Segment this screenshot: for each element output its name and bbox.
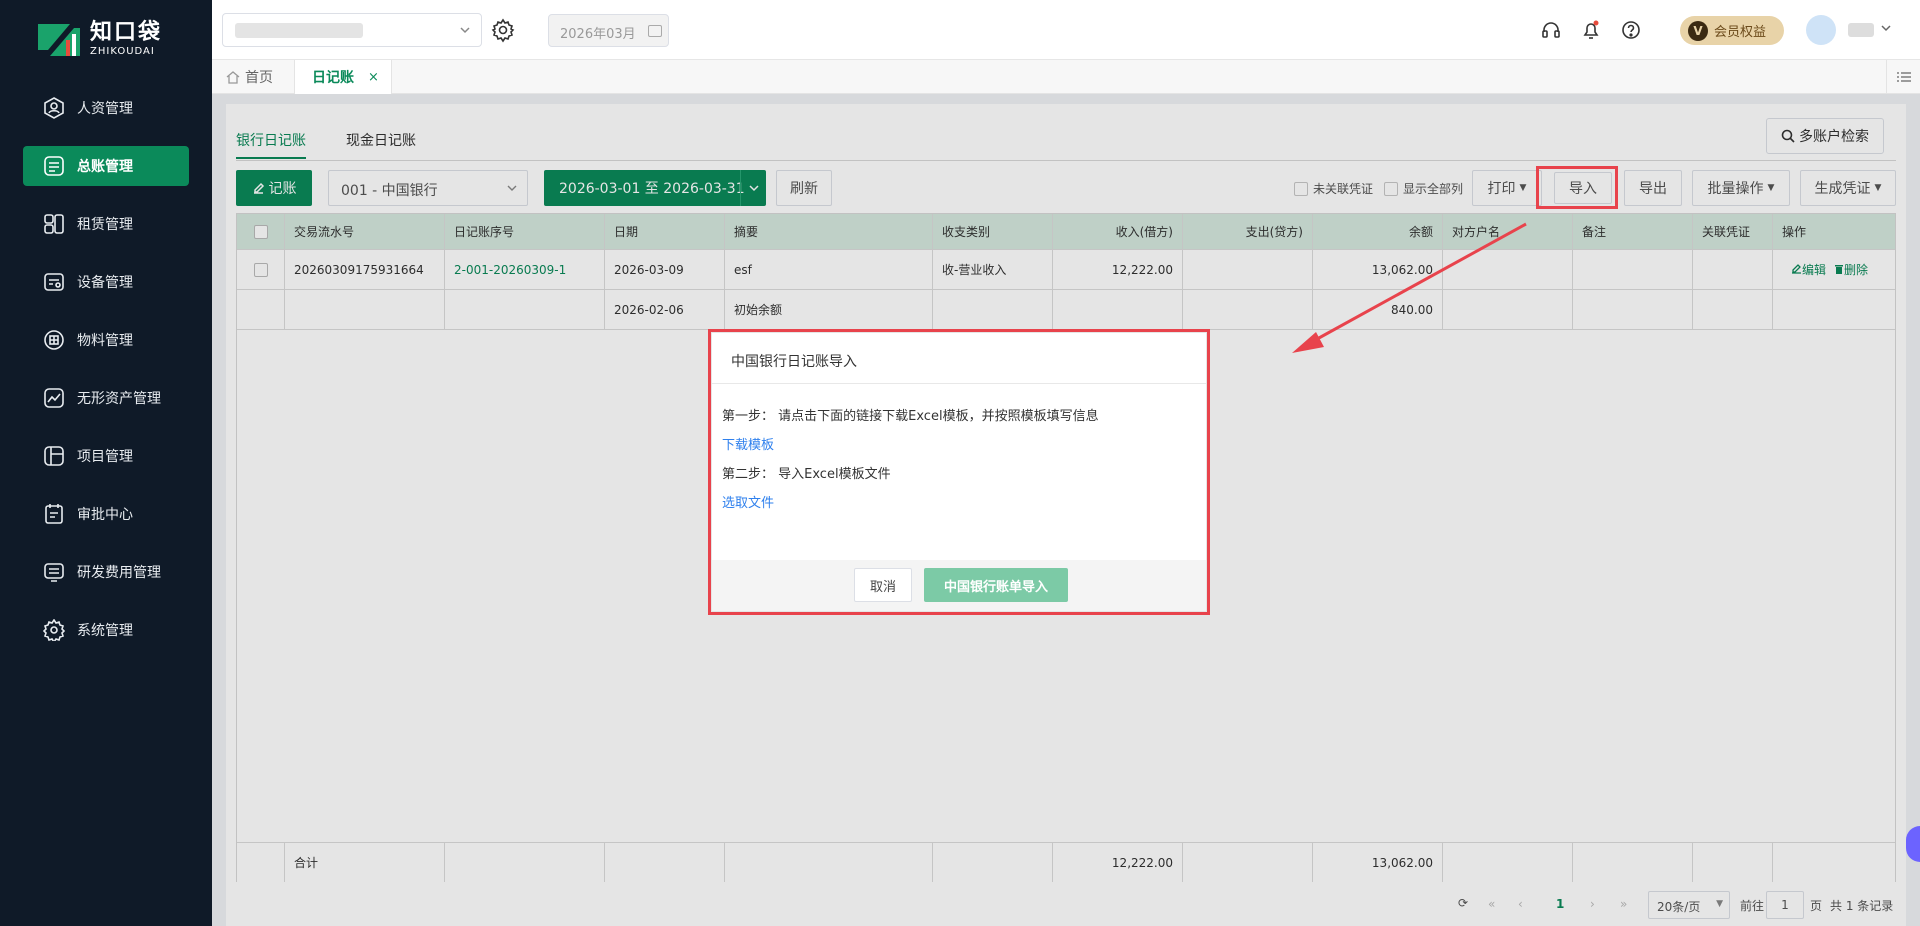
sidebar-item-label: 研发费用管理 xyxy=(77,565,161,581)
brand-name: 知口袋 xyxy=(90,20,163,45)
company-name-blurred xyxy=(235,23,363,38)
vip-label: 会员权益 xyxy=(1714,25,1767,40)
approval-icon xyxy=(43,503,65,525)
cancel-button[interactable]: 取消 xyxy=(854,568,912,602)
rd-icon xyxy=(43,561,65,583)
ledger-icon xyxy=(43,155,65,177)
sidebar-item-label: 租赁管理 xyxy=(77,217,133,233)
chat-widget-icon[interactable] xyxy=(1906,826,1920,862)
sidebar-menu: 人资管理 总账管理 租赁管理 设备管理 物料管理 无形资产管理 项目管理 审批中… xyxy=(0,88,212,668)
tab-home-label: 首页 xyxy=(245,70,273,86)
sidebar-item-label: 设备管理 xyxy=(77,275,133,291)
sidebar-item-rd[interactable]: 研发费用管理 xyxy=(23,552,189,592)
sidebar-item-material[interactable]: 物料管理 xyxy=(23,320,189,360)
dialog-step1: 第一步： 请点击下面的链接下载Excel模板，并按照模板填写信息 xyxy=(722,409,1099,424)
sidebar-item-label: 物料管理 xyxy=(77,333,133,349)
user-name-blurred[interactable] xyxy=(1848,23,1874,37)
project-icon xyxy=(43,445,65,467)
close-icon[interactable]: × xyxy=(368,70,379,85)
calendar-icon xyxy=(648,25,662,37)
help-icon[interactable] xyxy=(1620,19,1642,41)
bell-icon[interactable] xyxy=(1580,19,1602,41)
sidebar-item-ledger[interactable]: 总账管理 xyxy=(23,146,189,186)
sidebar: 知口袋 ZHIKOUDAI 人资管理 总账管理 租赁管理 设备管理 物料管理 无… xyxy=(0,0,212,926)
dialog-title: 中国银行日记账导入 xyxy=(731,354,857,370)
material-icon xyxy=(43,329,65,351)
zhikoudai-logo-icon xyxy=(38,24,80,56)
sidebar-item-label: 项目管理 xyxy=(77,449,133,465)
sidebar-item-approval[interactable]: 审批中心 xyxy=(23,494,189,534)
brand-logo[interactable]: 知口袋 ZHIKOUDAI xyxy=(36,20,162,60)
dialog-footer: 取消 中国银行账单导入 xyxy=(712,560,1206,611)
sidebar-item-system[interactable]: 系统管理 xyxy=(23,610,189,650)
choose-file-link[interactable]: 选取文件 xyxy=(722,492,774,511)
company-select[interactable] xyxy=(222,13,482,47)
headset-icon[interactable] xyxy=(1540,19,1562,41)
home-icon xyxy=(226,71,240,84)
sidebar-item-label: 无形资产管理 xyxy=(77,391,161,407)
tab-home[interactable]: 首页 xyxy=(226,60,273,94)
vip-badge-icon: V xyxy=(1688,20,1708,41)
period-value: 2026年03月 xyxy=(560,27,636,42)
divider xyxy=(712,383,1206,384)
sidebar-item-label: 人资管理 xyxy=(77,101,133,117)
sidebar-item-project[interactable]: 项目管理 xyxy=(23,436,189,476)
download-template-link[interactable]: 下载模板 xyxy=(722,434,774,453)
lease-icon xyxy=(43,213,65,235)
sidebar-item-label: 系统管理 xyxy=(77,623,133,639)
import-button-highlight xyxy=(1536,166,1618,209)
sidebar-item-label: 审批中心 xyxy=(77,507,133,523)
sidebar-item-intangible[interactable]: 无形资产管理 xyxy=(23,378,189,418)
chevron-down-icon xyxy=(460,27,470,34)
sidebar-item-label: 总账管理 xyxy=(77,159,133,175)
sidebar-item-lease[interactable]: 租赁管理 xyxy=(23,204,189,244)
brand-name-en: ZHIKOUDAI xyxy=(90,46,155,57)
vip-benefits-button[interactable]: V 会员权益 xyxy=(1680,16,1784,45)
avatar[interactable] xyxy=(1806,15,1836,45)
tab-journal[interactable]: 日记账 × xyxy=(294,60,392,94)
device-icon xyxy=(43,271,65,293)
user-badge-icon xyxy=(43,97,65,119)
period-picker[interactable]: 2026年03月 xyxy=(548,14,669,47)
settings-gear-icon[interactable] xyxy=(490,17,516,43)
chevron-down-icon[interactable] xyxy=(1880,22,1892,34)
sidebar-item-hr[interactable]: 人资管理 xyxy=(23,88,189,128)
bank-statement-import-button[interactable]: 中国银行账单导入 xyxy=(924,568,1068,602)
tab-journal-label: 日记账 xyxy=(312,70,354,86)
page-tabs: 首页 日记账 × xyxy=(212,60,1920,94)
top-bar: 2026年03月 V 会员权益 xyxy=(212,0,1920,60)
gear-icon xyxy=(43,619,65,641)
dialog-step2: 第二步： 导入Excel模板文件 xyxy=(722,467,891,482)
import-dialog: 中国银行日记账导入 第一步： 请点击下面的链接下载Excel模板，并按照模板填写… xyxy=(712,333,1206,611)
tabs-menu-icon[interactable] xyxy=(1886,60,1920,94)
chart-asset-icon xyxy=(43,387,65,409)
sidebar-item-device[interactable]: 设备管理 xyxy=(23,262,189,302)
